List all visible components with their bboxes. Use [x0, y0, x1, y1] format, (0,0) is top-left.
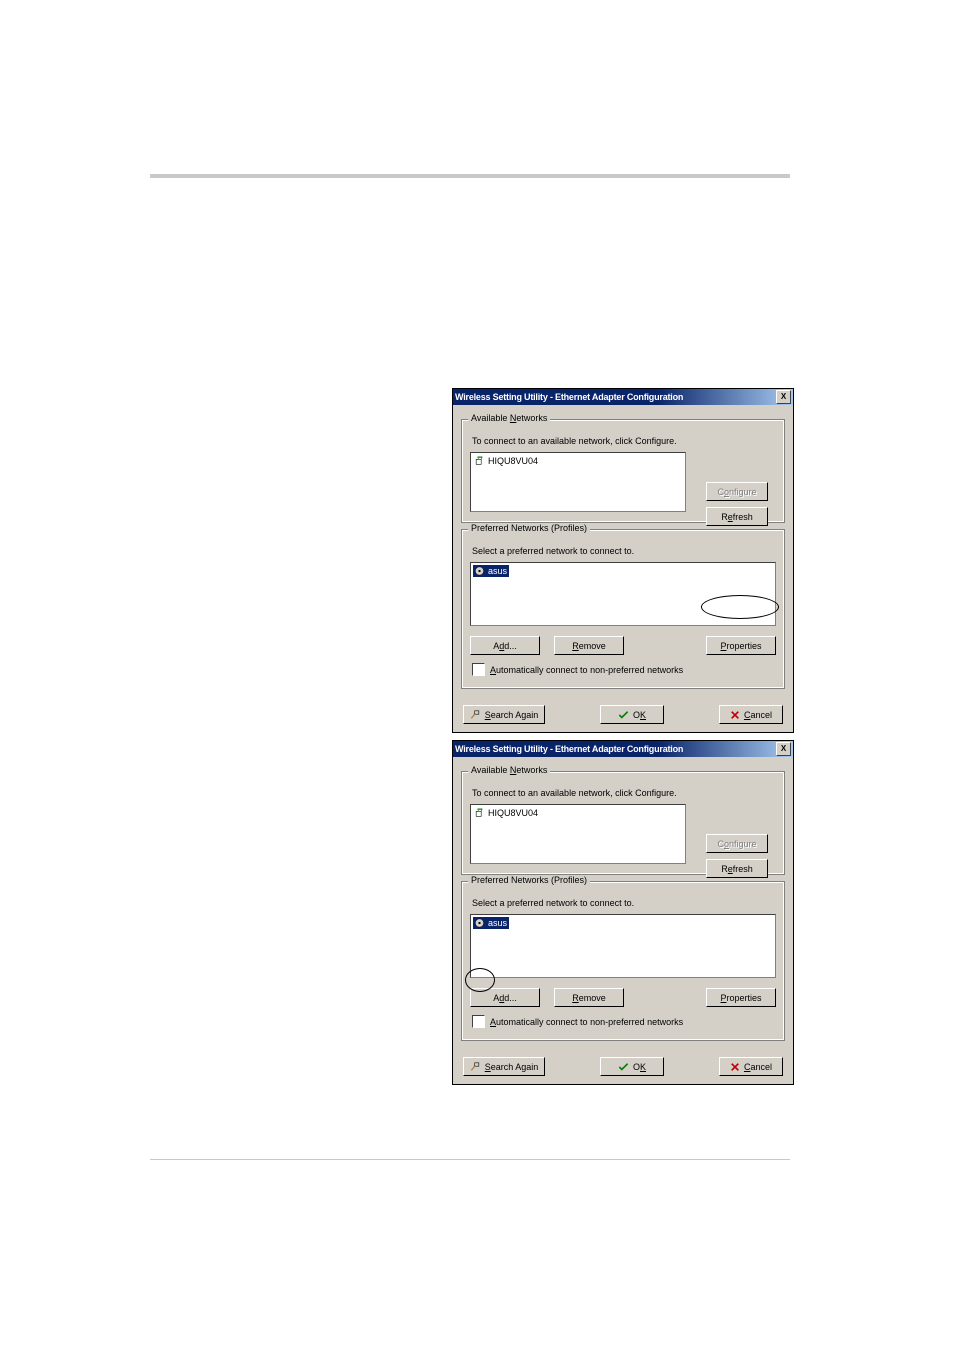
- auto-connect-row[interactable]: Automatically connect to non-preferred n…: [472, 1015, 774, 1028]
- network-name: asus: [488, 566, 507, 576]
- auto-connect-checkbox[interactable]: [472, 663, 485, 676]
- auto-connect-row[interactable]: Automatically connect to non-preferred n…: [472, 663, 774, 676]
- ok-button[interactable]: OK: [600, 1057, 664, 1076]
- remove-button[interactable]: Remove: [554, 636, 624, 655]
- access-point-icon: [474, 918, 485, 928]
- network-name: asus: [488, 918, 507, 928]
- available-hint: To connect to an available network, clic…: [472, 436, 776, 446]
- preferred-legend: Preferred Networks (Profiles): [468, 875, 590, 885]
- list-item[interactable]: HIQU8VU04: [473, 455, 683, 467]
- dialog-window-2: Wireless Setting Utility - Ethernet Adap…: [452, 740, 794, 1085]
- title-bar: Wireless Setting Utility - Ethernet Adap…: [453, 389, 793, 405]
- refresh-button[interactable]: Refresh: [706, 859, 768, 878]
- search-again-button[interactable]: Search Again: [463, 1057, 545, 1076]
- preferred-legend: Preferred Networks (Profiles): [468, 523, 590, 533]
- preferred-networks-group: Preferred Networks (Profiles) Select a p…: [461, 529, 785, 689]
- x-icon: [730, 710, 740, 720]
- preferred-networks-list[interactable]: asus: [470, 562, 776, 626]
- configure-button[interactable]: Configure: [706, 482, 768, 501]
- available-networks-list[interactable]: HIQU8VU04: [470, 452, 686, 512]
- footer-divider: [150, 1159, 790, 1160]
- ok-button[interactable]: OK: [600, 705, 664, 724]
- search-again-button[interactable]: Search Again: [463, 705, 545, 724]
- properties-button[interactable]: Properties: [706, 988, 776, 1007]
- auto-connect-checkbox[interactable]: [472, 1015, 485, 1028]
- add-button[interactable]: Add...: [470, 636, 540, 655]
- divider: [150, 174, 790, 178]
- access-point-icon: [474, 456, 485, 466]
- window-title: Wireless Setting Utility - Ethernet Adap…: [455, 392, 683, 402]
- available-hint: To connect to an available network, clic…: [472, 788, 776, 798]
- list-item[interactable]: asus: [473, 917, 509, 929]
- preferred-networks-group: Preferred Networks (Profiles) Select a p…: [461, 881, 785, 1041]
- cancel-button[interactable]: Cancel: [719, 705, 783, 724]
- cancel-button[interactable]: Cancel: [719, 1057, 783, 1076]
- available-legend: Available Networks: [471, 413, 547, 423]
- search-icon: [470, 1062, 481, 1072]
- preferred-hint: Select a preferred network to connect to…: [472, 898, 776, 908]
- refresh-button[interactable]: Refresh: [706, 507, 768, 526]
- x-icon: [730, 1062, 740, 1072]
- available-legend: Available Networks: [471, 765, 547, 775]
- close-icon: X: [781, 745, 786, 753]
- available-networks-list[interactable]: HIQU8VU04: [470, 804, 686, 864]
- preferred-hint: Select a preferred network to connect to…: [472, 546, 776, 556]
- network-name: HIQU8VU04: [488, 456, 538, 466]
- title-bar: Wireless Setting Utility - Ethernet Adap…: [453, 741, 793, 757]
- configure-button[interactable]: Configure: [706, 834, 768, 853]
- remove-button[interactable]: Remove: [554, 988, 624, 1007]
- close-button[interactable]: X: [776, 390, 791, 404]
- list-item[interactable]: asus: [473, 565, 509, 577]
- check-icon: [618, 1062, 629, 1072]
- access-point-icon: [474, 808, 485, 818]
- properties-button[interactable]: Properties: [706, 636, 776, 655]
- available-networks-group: Available Networks To connect to an avai…: [461, 419, 785, 523]
- dialog-window-1: Wireless Setting Utility - Ethernet Adap…: [452, 388, 794, 733]
- add-button[interactable]: Add...: [470, 988, 540, 1007]
- check-icon: [618, 710, 629, 720]
- close-button[interactable]: X: [776, 742, 791, 756]
- access-point-icon: [474, 566, 485, 576]
- search-icon: [470, 710, 481, 720]
- window-title: Wireless Setting Utility - Ethernet Adap…: [455, 744, 683, 754]
- network-name: HIQU8VU04: [488, 808, 538, 818]
- preferred-networks-list[interactable]: asus: [470, 914, 776, 978]
- close-icon: X: [781, 393, 786, 401]
- available-networks-group: Available Networks To connect to an avai…: [461, 771, 785, 875]
- list-item[interactable]: HIQU8VU04: [473, 807, 683, 819]
